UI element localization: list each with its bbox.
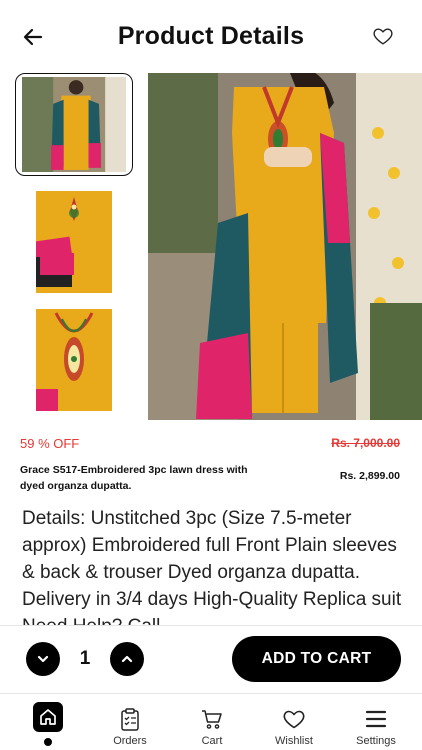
nav-label-settings: Settings — [356, 735, 396, 747]
nav-item-home[interactable] — [8, 694, 88, 750]
nav-item-cart[interactable]: Cart — [172, 694, 252, 750]
heart-icon — [281, 706, 307, 732]
menu-icon — [363, 706, 389, 732]
quantity-increment-button[interactable] — [110, 642, 144, 676]
clipboard-icon — [117, 706, 143, 732]
add-to-cart-button[interactable]: ADD TO CART — [232, 636, 401, 682]
thumbnail-embroidery-closeup[interactable] — [36, 309, 112, 411]
product-name: Grace S517-Embroidered 3pc lawn dress wi… — [20, 464, 248, 492]
thumbnail-fabric-set[interactable] — [36, 191, 112, 293]
nav-label-wishlist: Wishlist — [275, 735, 313, 747]
embroidery-thumbnail-image — [36, 309, 112, 411]
thumbnail-full-outfit[interactable] — [15, 73, 133, 176]
header: Product Details — [0, 0, 422, 74]
product-photo — [148, 73, 422, 420]
home-icon — [33, 702, 63, 732]
fabric-thumbnail-image — [36, 191, 112, 293]
nav-label-orders: Orders — [113, 735, 147, 747]
chevron-up-icon — [121, 655, 133, 663]
cart-icon — [199, 706, 225, 732]
sale-price: Rs. 2,899.00 — [339, 470, 400, 482]
quantity-decrement-button[interactable] — [26, 642, 60, 676]
nav-item-orders[interactable]: Orders — [90, 694, 170, 750]
nav-item-settings[interactable]: Settings — [336, 694, 416, 750]
active-indicator — [44, 738, 52, 746]
heart-outline-icon — [373, 28, 393, 45]
outfit-thumbnail-image — [22, 77, 126, 172]
divider — [0, 625, 422, 626]
page-title: Product Details — [117, 22, 305, 50]
nav-label-cart: Cart — [201, 735, 223, 747]
nav-item-wishlist[interactable]: Wishlist — [254, 694, 334, 750]
bottom-navigation: Orders Cart Wishlist Settings — [0, 694, 422, 750]
quantity-value: 1 — [79, 648, 91, 669]
original-price: Rs. 7,000.00 — [331, 436, 400, 450]
main-product-image[interactable] — [148, 73, 422, 420]
product-details-text: Details: Unstitched 3pc (Size 7.5-meter … — [22, 508, 402, 625]
discount-badge: 59 % OFF — [20, 436, 80, 451]
chevron-down-icon — [37, 655, 49, 663]
wishlist-toggle-button[interactable] — [372, 25, 394, 47]
